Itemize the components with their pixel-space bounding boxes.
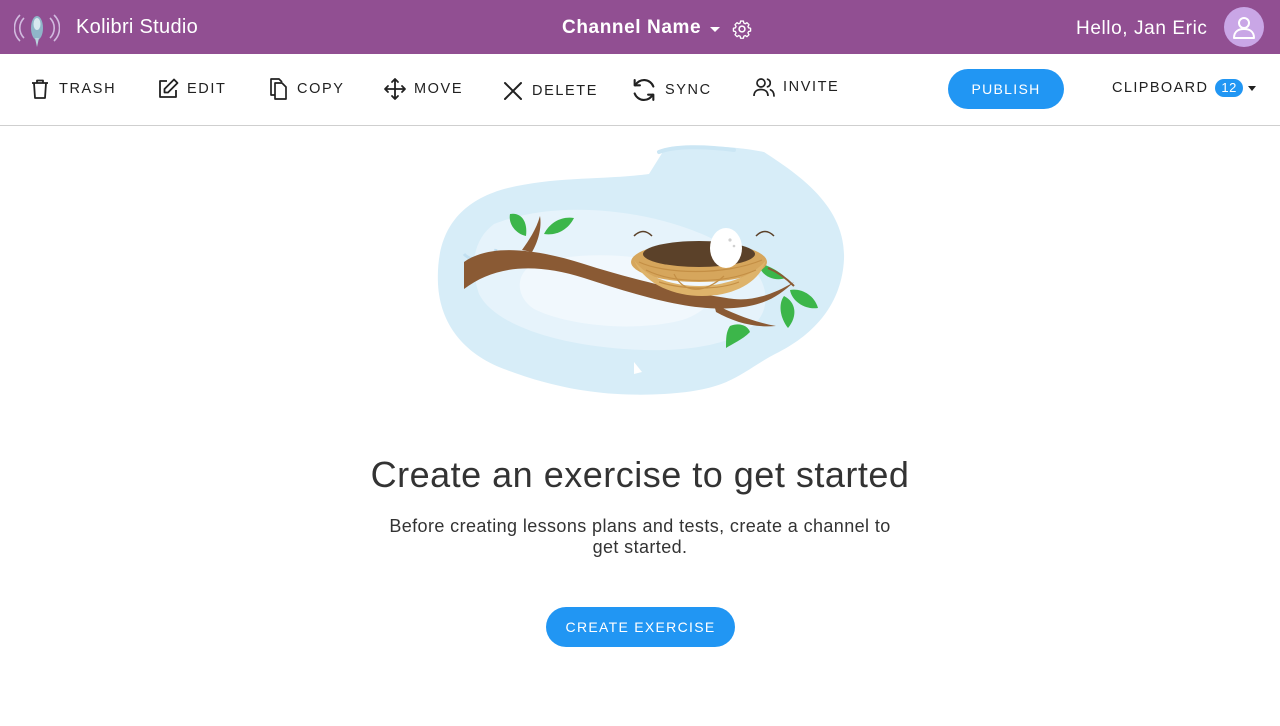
chevron-down-icon	[1247, 85, 1256, 91]
app-title: Kolibri Studio	[76, 16, 199, 38]
user-greeting: Hello, Jan Eric	[1076, 18, 1208, 39]
move-label: MOVE	[414, 81, 464, 97]
clipboard-dropdown[interactable]: CLIPBOARD 12	[1112, 79, 1256, 97]
clipboard-label: CLIPBOARD	[1112, 80, 1209, 96]
edit-icon	[159, 78, 179, 98]
user-avatar-icon[interactable]	[1224, 7, 1264, 47]
sync-icon	[633, 78, 655, 102]
clipboard-count-badge: 12	[1215, 79, 1243, 97]
gear-icon[interactable]	[732, 19, 752, 39]
invite-button[interactable]: INVITE	[752, 74, 839, 100]
chevron-down-icon	[710, 26, 721, 32]
empty-state-heading: Create an exercise to get started	[370, 454, 910, 495]
edit-label: EDIT	[187, 81, 227, 97]
app-bar: Kolibri Studio Channel Name Hello, Jan E…	[0, 0, 1280, 54]
move-icon	[384, 78, 406, 100]
edit-button[interactable]: EDIT	[156, 76, 226, 102]
kolibri-logo-icon[interactable]	[14, 8, 60, 48]
channel-name-dropdown[interactable]: Channel Name	[562, 16, 721, 40]
empty-state-description: Before creating lessons plans and tests,…	[389, 516, 891, 557]
users-icon	[753, 78, 775, 97]
user-icon	[1233, 17, 1255, 39]
trash-label: TRASH	[59, 81, 117, 97]
trash-button[interactable]: TRASH	[28, 76, 116, 102]
channel-name: Channel Name	[562, 17, 702, 38]
sync-label: SYNC	[665, 82, 712, 98]
copy-button[interactable]: COPY	[266, 76, 345, 102]
move-button[interactable]: MOVE	[383, 76, 463, 102]
create-exercise-button[interactable]: CREATE EXERCISE	[546, 607, 735, 647]
copy-icon	[270, 78, 287, 100]
bird-nest-illustration	[437, 145, 845, 395]
invite-label: INVITE	[783, 79, 840, 95]
close-icon	[504, 82, 522, 100]
sync-button[interactable]: SYNC	[630, 77, 712, 103]
delete-label: DELETE	[532, 83, 599, 99]
toolbar: TRASH EDIT COPY MOVE DELETE SYNC INVITE …	[0, 54, 1280, 126]
copy-label: COPY	[297, 81, 345, 97]
trash-icon	[32, 79, 48, 99]
publish-button[interactable]: PUBLISH	[948, 69, 1064, 109]
delete-button[interactable]: DELETE	[501, 78, 598, 104]
